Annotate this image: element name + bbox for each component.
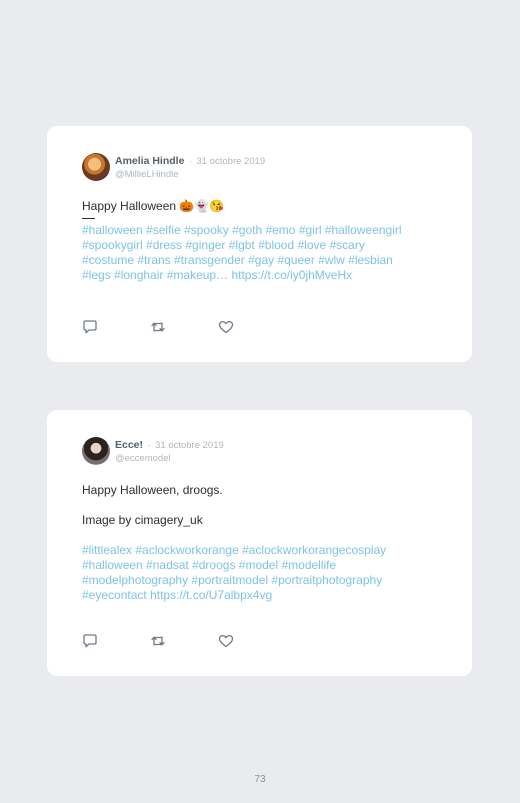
author-name[interactable]: Amelia Hindle — [115, 155, 184, 167]
hashtag-line[interactable]: #legs #longhair #makeup… — [82, 268, 228, 282]
retweet-icon[interactable] — [150, 634, 166, 648]
hashtag-line[interactable]: #littlealex #aclockworkorange #aclockwor… — [82, 543, 437, 558]
tweet-credit-line: Image by cimagery_uk — [82, 513, 203, 527]
tweet-text: Happy Halloween 🎃👻😘 #halloween #selfie #… — [82, 199, 437, 283]
like-icon[interactable] — [218, 634, 234, 648]
tweet-header: Amelia Hindle · 31 octobre 2019 @MillieL… — [82, 153, 437, 181]
hashtag-line[interactable]: #halloween #selfie #spooky #goth #emo #g… — [82, 223, 437, 238]
separator: · — [147, 440, 151, 451]
tweet-text-line: Happy Halloween 🎃👻😘 — [82, 199, 225, 213]
hashtag-line[interactable]: #costume #trans #transgender #gay #queer… — [82, 253, 437, 268]
tweet-actions — [82, 320, 286, 334]
retweet-icon[interactable] — [150, 320, 166, 334]
divider — [82, 218, 95, 219]
hashtag-line[interactable]: #modelphotography #portraitmodel #portra… — [82, 573, 437, 588]
separator: · — [188, 156, 193, 167]
tweet-text-line: Happy Halloween, droogs. — [82, 483, 223, 497]
tweet-url-link[interactable]: https://t.co/U7albpx4vg — [150, 588, 272, 602]
reply-icon[interactable] — [82, 320, 98, 334]
author-handle[interactable]: @eccemodel — [115, 452, 224, 465]
tweet-date[interactable]: 31 octobre 2019 — [197, 156, 266, 167]
page-number: 73 — [254, 774, 266, 785]
avatar[interactable] — [82, 153, 110, 181]
tweet-card: Ecce! · 31 octobre 2019 @eccemodel Happy… — [47, 410, 472, 676]
author-name[interactable]: Ecce! — [115, 439, 143, 451]
tweet-header: Ecce! · 31 octobre 2019 @eccemodel — [82, 437, 437, 465]
tweet-url-link[interactable]: https://t.co/iy0jhMveHx — [231, 268, 352, 282]
like-icon[interactable] — [218, 320, 234, 334]
tweet-actions — [82, 634, 286, 648]
tweet-card: Amelia Hindle · 31 octobre 2019 @MillieL… — [47, 126, 472, 362]
tweet-date[interactable]: 31 octobre 2019 — [155, 440, 224, 451]
reply-icon[interactable] — [82, 634, 98, 648]
hashtag-line[interactable]: #halloween #nadsat #droogs #model #model… — [82, 558, 437, 573]
hashtag-line[interactable]: #spookygirl #dress #ginger #lgbt #blood … — [82, 238, 437, 253]
hashtag-line[interactable]: #eyecontact — [82, 588, 147, 602]
avatar[interactable] — [82, 437, 110, 465]
author-handle[interactable]: @MillieLHindle — [115, 168, 265, 181]
tweet-text: Happy Halloween, droogs. Image by cimage… — [82, 483, 437, 603]
